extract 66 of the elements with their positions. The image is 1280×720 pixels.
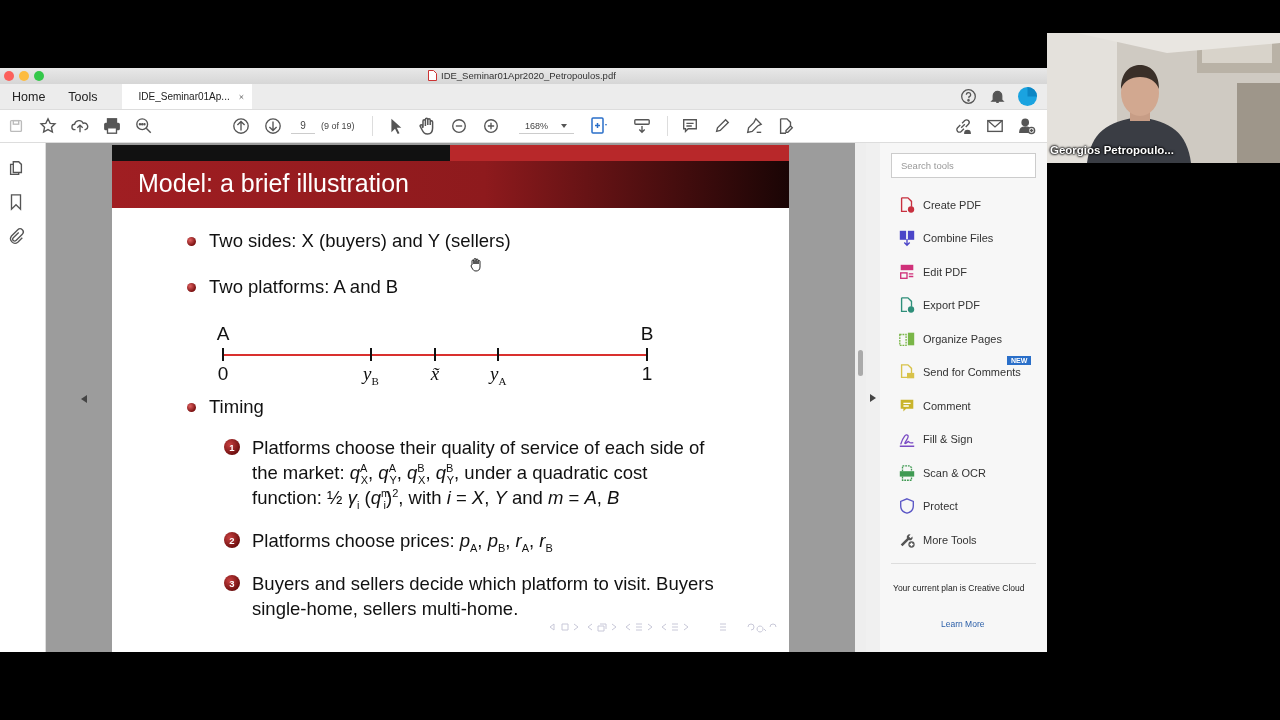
scroll-mode-icon[interactable] — [632, 117, 651, 135]
cloud-upload-icon[interactable] — [71, 117, 89, 135]
bullet-icon — [187, 236, 196, 246]
tool-item[interactable]: Create PDF — [923, 198, 982, 211]
line-label: A — [216, 323, 230, 345]
bullet-icon — [187, 402, 196, 412]
fountain-pen-icon[interactable] — [744, 117, 763, 135]
search-icon[interactable] — [135, 117, 153, 135]
bullet-text: Two sides: X (buyers) and Y (sellers) — [209, 230, 511, 252]
close-icon[interactable] — [238, 92, 244, 101]
help-icon[interactable] — [960, 88, 977, 105]
tool-item[interactable]: Combine Files — [923, 232, 994, 245]
line-label: B — [640, 323, 654, 345]
zoom-field[interactable]: 168% — [518, 118, 574, 134]
tool-item[interactable]: Send for Comments — [923, 366, 1021, 379]
arrow-up-icon[interactable] — [232, 117, 250, 135]
tool-item[interactable]: Comment — [923, 399, 971, 412]
scrollbar-thumb[interactable] — [858, 350, 863, 376]
tick-label: y$_{A}$ — [490, 363, 507, 385]
zoom-in-icon[interactable] — [481, 117, 500, 135]
avatar-icon[interactable] — [1018, 87, 1037, 106]
add-person-icon[interactable] — [1018, 117, 1036, 135]
tick-label: y$_{B}$ — [363, 363, 379, 385]
page-count: (9 of 19) — [321, 121, 355, 131]
caret-icon — [561, 123, 568, 128]
pdf-file-icon — [428, 70, 437, 81]
nav-tab[interactable]: Home — [12, 84, 46, 109]
tool-item[interactable]: Scan & OCR — [923, 466, 986, 479]
link-icon[interactable] — [954, 117, 972, 135]
search-field[interactable]: Search tools — [891, 153, 1036, 178]
navigation-symbols-icon — [548, 621, 780, 633]
hand-cursor-icon — [470, 258, 482, 272]
tool-item[interactable]: Fill & Sign — [923, 433, 973, 446]
step-text: Platforms choose prices: p$_{A}$, p$_{B}$, r$_{A}$, r$_{B}$ — [252, 529, 553, 553]
nav-tab[interactable]: Tools — [68, 84, 98, 109]
expand-right-icon[interactable] — [870, 393, 876, 402]
star-icon[interactable] — [39, 117, 57, 135]
window-title: IDE_Seminar01Apr2020_Petropoulos.pdf — [441, 70, 616, 81]
tool-item[interactable]: Protect — [923, 500, 958, 513]
arrow-down-icon[interactable] — [264, 117, 282, 135]
step-text: Platforms choose their quality of service of each side of the market: q$^{A}$$_{X}$, q$^{A}$$_{Y}$, q$^{B}$$_{X}$, q$^{B}$$_{Y}$, under a quadratic cost function: ½ γ$_{i}$ (q$^{m}$$_{i}$)$^{2}$, with i = X, Y and m = A, B — [252, 436, 706, 510]
step-number: 2 — [224, 532, 240, 548]
bullet-text: Two platforms: A and B — [209, 276, 399, 298]
step-text: Buyers and sellers decide which platform to visit. Buyers single-home, sellers multi-home. — [252, 572, 715, 621]
tool-item[interactable]: Edit PDF — [923, 265, 967, 278]
zoom-out-icon[interactable] — [449, 117, 468, 135]
tool-item[interactable]: More Tools — [923, 533, 977, 546]
bell-icon[interactable] — [989, 88, 1006, 105]
bullet-icon — [187, 282, 196, 292]
tick-label: x̃ — [430, 363, 440, 385]
slide-title: Model: a brief illustration — [112, 161, 789, 208]
tick-label: 0 — [217, 363, 229, 385]
tick-label: 1 — [641, 363, 653, 385]
page-number-field[interactable]: 9 — [291, 118, 315, 134]
step-number: 3 — [224, 575, 240, 591]
plan-note: Your current plan is Creative Cloud — [893, 582, 1026, 593]
step-number: 1 — [224, 439, 240, 455]
document-tab[interactable]: IDE_Seminar01Ap... — [121, 84, 252, 109]
section-text: Timing — [209, 396, 264, 418]
learn-more-link[interactable]: Learn More — [941, 618, 1047, 629]
mail-icon[interactable] — [986, 117, 1004, 135]
collapse-left-icon[interactable] — [81, 395, 87, 403]
comment-icon[interactable] — [680, 117, 699, 135]
tool-item[interactable]: Export PDF — [923, 299, 980, 312]
print-icon[interactable] — [103, 117, 121, 135]
tool-item[interactable]: Organize Pages — [923, 332, 1002, 345]
